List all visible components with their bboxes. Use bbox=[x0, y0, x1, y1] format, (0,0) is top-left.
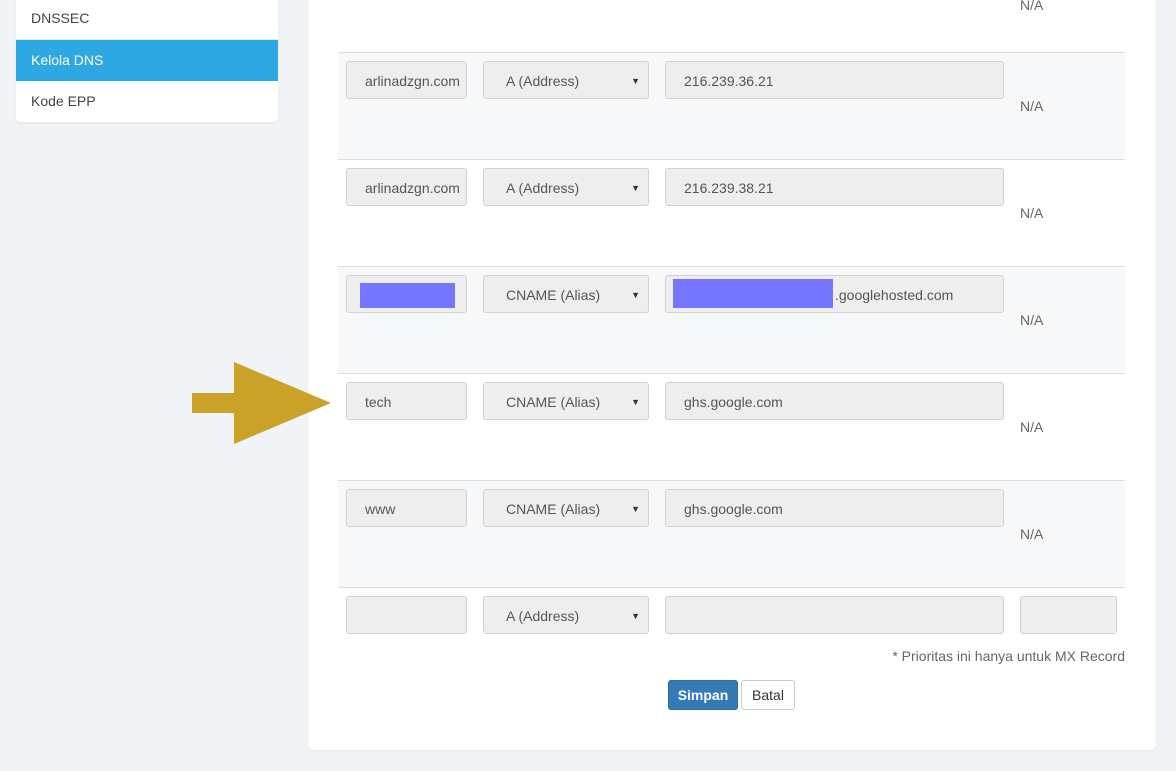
sidebar-nav: DNSSEC Kelola DNS Kode EPP bbox=[16, 0, 278, 122]
mx-priority-note: * Prioritas ini hanya untuk MX Record bbox=[892, 648, 1125, 664]
new-record-type-select[interactable]: A (Address) ▼ bbox=[483, 596, 649, 634]
record-value-input[interactable]: 216.239.36.21 bbox=[665, 61, 1004, 99]
caret-down-icon: ▼ bbox=[631, 611, 640, 621]
new-record-priority-input[interactable] bbox=[1020, 596, 1117, 634]
caret-down-icon: ▼ bbox=[631, 76, 640, 86]
record-value-text: .googlehosted.com bbox=[835, 287, 954, 303]
annotation-arrow-icon bbox=[192, 362, 331, 444]
dns-record-row: CNAME (Alias) ▼ .googlehosted.com N/A bbox=[338, 266, 1125, 373]
dns-record-row: arlinadzgn.com A (Address) ▼ 216.239.36.… bbox=[338, 52, 1125, 159]
record-type-select[interactable]: CNAME (Alias) ▼ bbox=[483, 489, 649, 527]
record-name-input[interactable]: arlinadzgn.com bbox=[346, 168, 467, 206]
record-name-input[interactable]: www bbox=[346, 489, 467, 527]
record-value-input[interactable]: ghs.google.com bbox=[665, 382, 1004, 420]
sidebar-item-kode-epp[interactable]: Kode EPP bbox=[16, 81, 278, 122]
record-type-value: CNAME (Alias) bbox=[506, 501, 601, 517]
dns-record-row: arlinadzgn.com A (Address) ▼ 216.239.38.… bbox=[338, 159, 1125, 266]
record-name-input[interactable]: tech bbox=[346, 382, 467, 420]
priority-na-label: N/A bbox=[1020, 526, 1044, 542]
priority-na-label: N/A bbox=[1020, 0, 1044, 13]
new-dns-record-row: A (Address) ▼ bbox=[338, 587, 1125, 648]
record-type-value: CNAME (Alias) bbox=[506, 394, 601, 410]
caret-down-icon: ▼ bbox=[631, 290, 640, 300]
dns-record-row: tech CNAME (Alias) ▼ ghs.google.com N/A bbox=[338, 373, 1125, 480]
priority-na-label: N/A bbox=[1020, 98, 1044, 114]
dns-record-row: www CNAME (Alias) ▼ ghs.google.com N/A bbox=[338, 480, 1125, 587]
sidebar-item-kelola-dns[interactable]: Kelola DNS bbox=[16, 40, 278, 81]
cancel-button[interactable]: Batal bbox=[741, 680, 795, 710]
record-type-select[interactable]: A (Address) ▼ bbox=[483, 61, 649, 99]
priority-na-label: N/A bbox=[1020, 312, 1044, 328]
record-type-value: A (Address) bbox=[506, 180, 580, 196]
priority-na-label: N/A bbox=[1020, 419, 1044, 435]
redaction-box bbox=[673, 279, 833, 308]
new-record-name-input[interactable] bbox=[346, 596, 467, 634]
redaction-box bbox=[360, 283, 455, 308]
dns-records-panel: N/A arlinadzgn.com A (Address) ▼ 216.239… bbox=[308, 0, 1156, 750]
record-type-select[interactable]: A (Address) ▼ bbox=[483, 168, 649, 206]
record-value-input[interactable]: .googlehosted.com bbox=[665, 275, 1004, 313]
record-type-select[interactable]: CNAME (Alias) ▼ bbox=[483, 382, 649, 420]
new-record-value-input[interactable] bbox=[665, 596, 1004, 634]
record-value-input[interactable]: ghs.google.com bbox=[665, 489, 1004, 527]
priority-na-label: N/A bbox=[1020, 205, 1044, 221]
record-name-input[interactable]: arlinadzgn.com bbox=[346, 61, 467, 99]
caret-down-icon: ▼ bbox=[631, 504, 640, 514]
record-type-value: A (Address) bbox=[506, 73, 580, 89]
record-name-input[interactable] bbox=[346, 275, 467, 313]
record-type-select[interactable]: CNAME (Alias) ▼ bbox=[483, 275, 649, 313]
record-type-value: A (Address) bbox=[506, 608, 580, 624]
record-value-input[interactable]: 216.239.38.21 bbox=[665, 168, 1004, 206]
caret-down-icon: ▼ bbox=[631, 397, 640, 407]
sidebar-item-dnssec[interactable]: DNSSEC bbox=[16, 0, 278, 40]
caret-down-icon: ▼ bbox=[631, 183, 640, 193]
record-type-value: CNAME (Alias) bbox=[506, 287, 601, 303]
save-button[interactable]: Simpan bbox=[668, 680, 738, 710]
